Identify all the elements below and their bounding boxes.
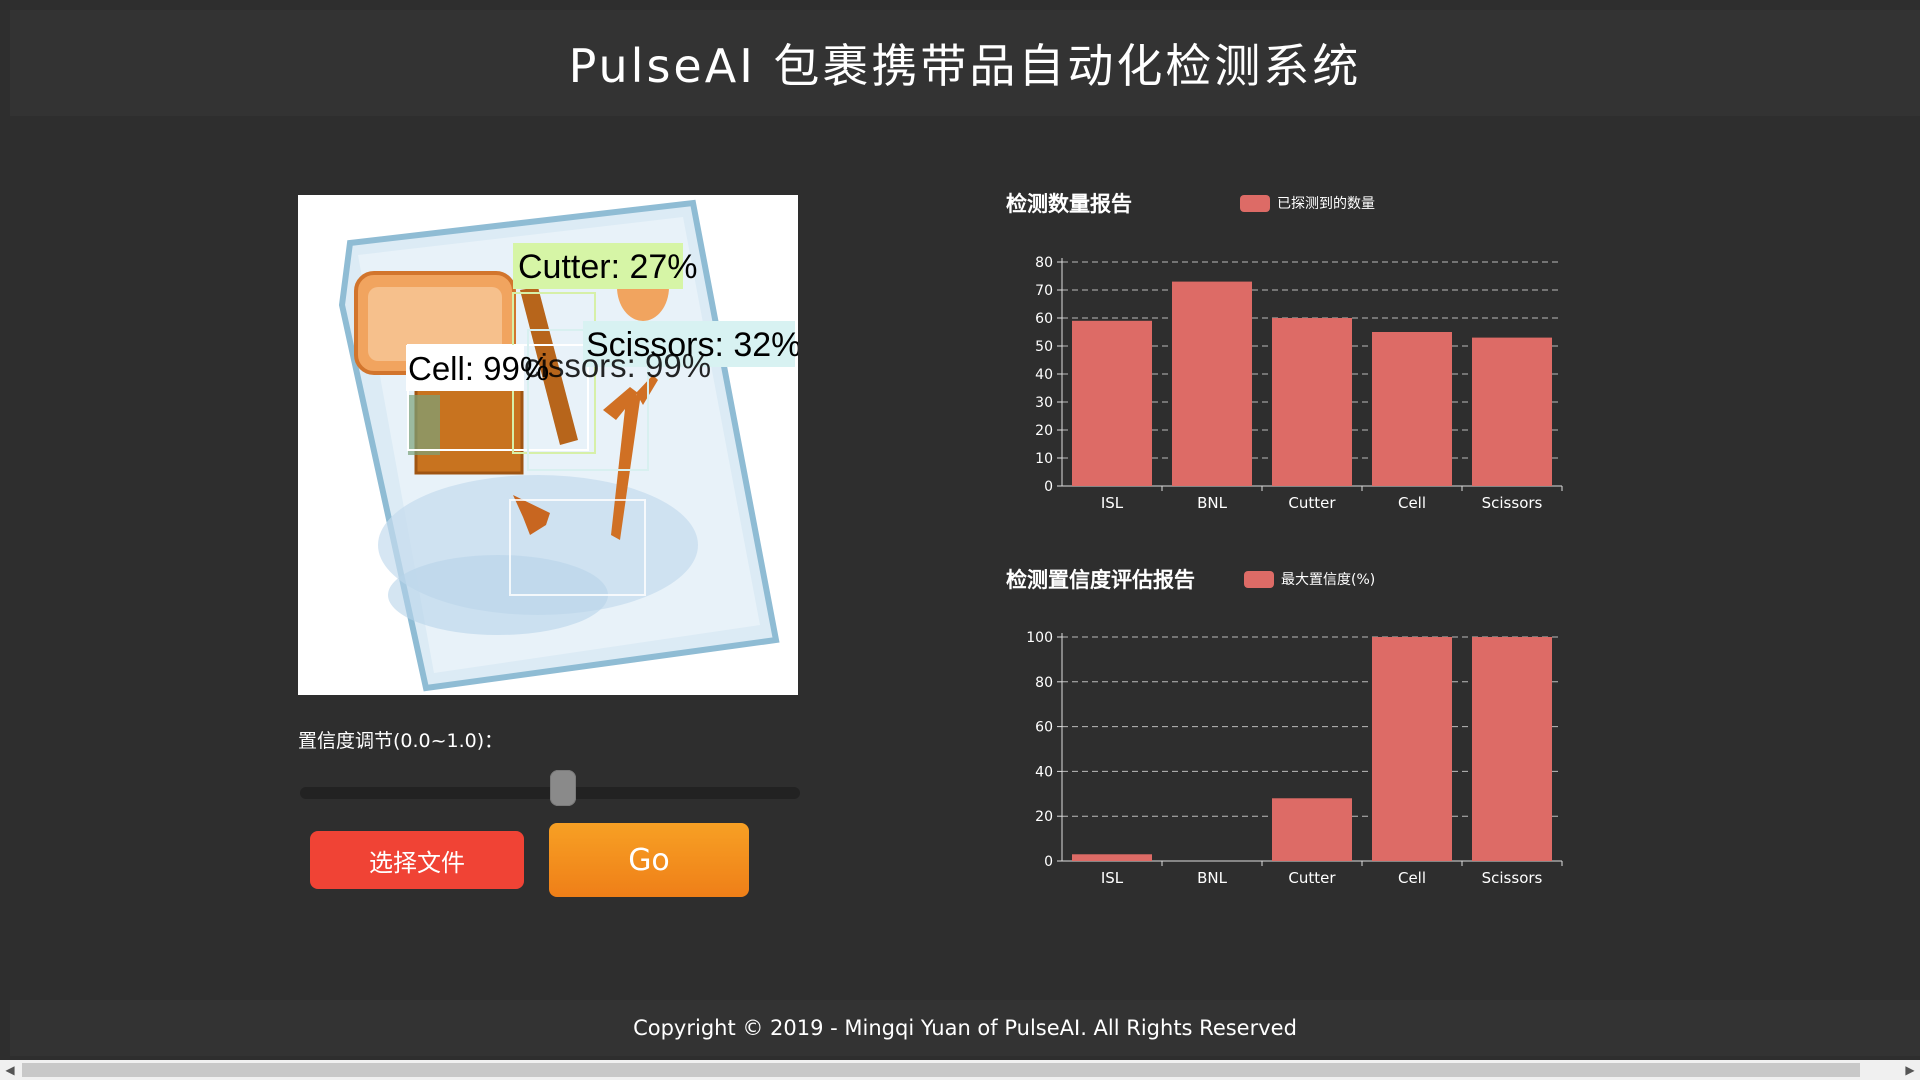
bar [1072, 854, 1152, 861]
y-tick-label: 50 [1035, 339, 1053, 355]
legend-label: 最大置信度(%) [1281, 572, 1376, 588]
detection-label: Cutter: 27% [518, 248, 698, 286]
x-tick-label: Cell [1398, 869, 1426, 887]
y-tick-label: 60 [1035, 720, 1053, 736]
x-tick-label: Scissors [1482, 494, 1543, 512]
legend-label: 已探测到的数量 [1277, 196, 1375, 212]
y-tick-label: 40 [1035, 367, 1053, 383]
horizontal-scrollbar[interactable]: ◀ ▶ [0, 1060, 1920, 1080]
y-tick-label: 100 [1026, 630, 1053, 646]
bar [1472, 337, 1552, 486]
x-tick-label: ISL [1101, 869, 1124, 887]
y-tick-label: 80 [1035, 255, 1053, 271]
y-tick-label: 0 [1044, 479, 1053, 495]
confidence-slider-thumb[interactable] [550, 770, 576, 806]
y-tick-label: 60 [1035, 311, 1053, 327]
y-tick-label: 0 [1044, 854, 1053, 870]
y-tick-label: 20 [1035, 423, 1053, 439]
detection-count-chart: 检测数量报告 已探测到的数量 0 10 20 30 40 50 60 70 80 ISL BNL Cu… [1000, 180, 1600, 540]
xray-preview-image: Cutter: 27% Scissors: 32% Cell: 99% ciss… [298, 195, 798, 695]
confidence-chart: 检测置信度评估报告 最大置信度(%) 0 20 40 60 80 100 ISL BNL Cut… [1000, 555, 1600, 915]
confidence-chart-legend: 最大置信度(%) [1244, 569, 1375, 589]
y-tick-label: 80 [1035, 675, 1053, 691]
legend-swatch [1240, 194, 1270, 212]
scroll-left-icon[interactable]: ◀ [0, 1060, 20, 1080]
x-tick-label: Cutter [1288, 494, 1336, 512]
detection-label: cissors: 99% [524, 347, 711, 384]
x-tick-label: Cell [1398, 494, 1426, 512]
page-title: PulseAI 包裹携带品自动化检测系统 [568, 39, 1362, 93]
scrollbar-thumb[interactable] [22, 1063, 1860, 1077]
count-chart-legend: 已探测到的数量 [1240, 193, 1375, 213]
count-chart-plot: 0 10 20 30 40 50 60 70 80 ISL BNL Cutter Cell Scissor… [1035, 255, 1563, 512]
x-tick-label: ISL [1101, 494, 1124, 512]
xray-scan: Cutter: 27% Scissors: 32% Cell: 99% ciss… [338, 199, 798, 692]
count-chart-title: 检测数量报告 [1006, 192, 1132, 216]
confidence-chart-title: 检测置信度评估报告 [1006, 568, 1195, 592]
x-tick-label: BNL [1197, 494, 1228, 512]
legend-swatch [1244, 570, 1274, 588]
y-tick-label: 10 [1035, 451, 1053, 467]
y-tick-label: 70 [1035, 283, 1053, 299]
app-header: PulseAI 包裹携带品自动化检测系统 [10, 10, 1920, 116]
y-tick-label: 30 [1035, 395, 1053, 411]
bar [1272, 798, 1352, 861]
bar [1072, 320, 1152, 486]
y-tick-label: 20 [1035, 809, 1053, 825]
scroll-right-icon[interactable]: ▶ [1900, 1060, 1920, 1080]
confidence-slider-label: 置信度调节(0.0~1.0)： [298, 730, 504, 752]
confidence-chart-plot: 0 20 40 60 80 100 ISL BNL Cutter Cell Scissors [1026, 630, 1563, 887]
copyright-text: Copyright © 2019 - Mingqi Yuan of PulseA… [633, 1016, 1297, 1040]
x-tick-label: Cutter [1288, 869, 1336, 887]
y-tick-label: 40 [1035, 764, 1053, 780]
choose-file-button[interactable]: 选择文件 [310, 831, 524, 889]
bar [1172, 281, 1252, 486]
bar [1372, 332, 1452, 486]
x-tick-label: BNL [1197, 869, 1228, 887]
bar [1272, 318, 1352, 486]
bar [1472, 637, 1552, 861]
x-tick-label: Scissors [1482, 869, 1543, 887]
go-button[interactable]: Go [549, 823, 749, 897]
bar [1372, 637, 1452, 861]
footer: Copyright © 2019 - Mingqi Yuan of PulseA… [10, 1000, 1920, 1056]
